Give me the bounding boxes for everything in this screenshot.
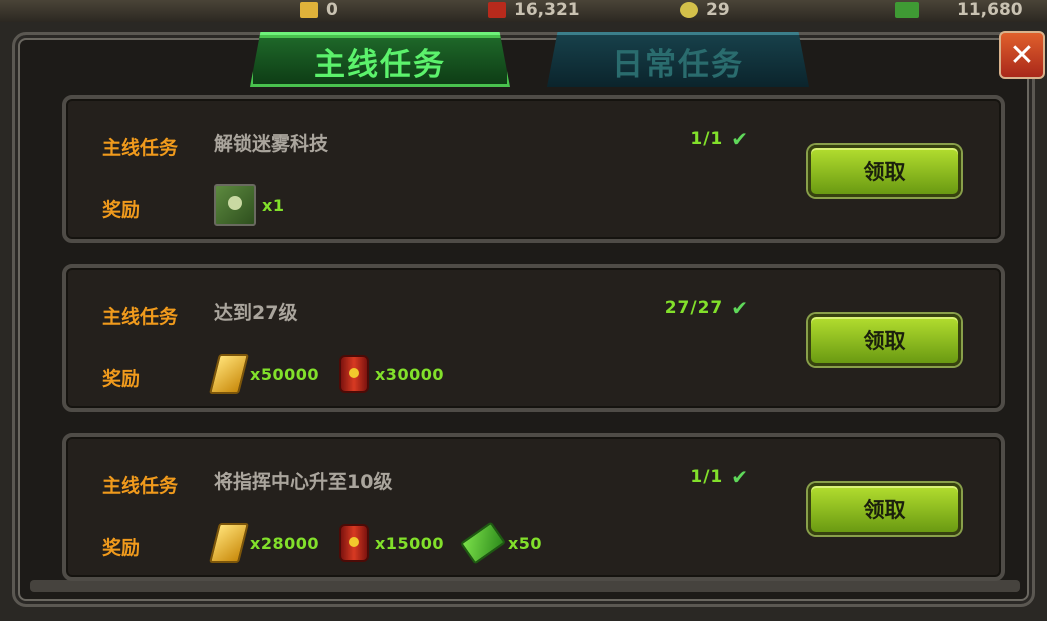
panel-bottom-frame [30,580,1020,592]
oil-amount: 16,321 [514,0,580,20]
oil-barrel-icon [338,355,369,393]
reward-item: x30000 [338,355,444,393]
claim-button[interactable]: 领取 [808,145,961,197]
tab-main-quests[interactable]: 主线任务 [250,32,510,87]
claim-button[interactable]: 领取 [808,483,961,535]
reward-amount: x28000 [250,533,319,553]
task-progress: 1/1 ✔ [690,127,749,151]
task-description: 达到27级 [214,302,298,324]
radiation-icon [680,2,698,18]
resource-bar: 0 16,321 29 11,680 [0,0,1047,22]
oil-resource: 16,321 [488,0,580,20]
claim-button-label: 领取 [863,329,906,353]
gold-icon [300,2,318,18]
task-description: 解锁迷雾科技 [214,133,329,155]
reward-label: 奖励 [102,537,141,559]
gold-amount: 0 [326,0,338,20]
claim-button-label: 领取 [863,160,906,184]
reward-list: x50000 x30000 [209,352,464,396]
task-progress-value: 27/27 [664,298,724,318]
task-card: 主线任务 达到27级 27/27 ✔ 奖励 x50000 x30000 领取 [62,264,1005,412]
task-card: 主线任务 将指挥中心升至10级 1/1 ✔ 奖励 x28000 x15000 x… [62,433,1005,581]
gold-bar-icon [209,354,249,394]
tab-daily-quests[interactable]: 日常任务 [547,32,809,87]
check-icon: ✔ [731,465,749,489]
tech-book-icon [214,184,256,226]
close-icon: ✕ [1009,37,1035,73]
check-icon: ✔ [731,127,749,151]
tab-main-quests-label: 主线任务 [314,46,446,83]
reward-amount: x15000 [374,533,444,553]
task-progress: 27/27 ✔ [665,296,749,320]
task-progress-value: 1/1 [690,467,724,487]
energy-amount: 29 [706,0,730,20]
reward-item: x28000 [209,523,319,563]
task-progress-value: 1/1 [690,129,724,149]
reward-amount: x50 [507,533,543,553]
reward-amount: x1 [262,195,285,215]
claim-button[interactable]: 领取 [808,314,961,366]
tab-daily-quests-label: 日常任务 [612,46,744,83]
close-button[interactable]: ✕ [999,31,1045,79]
task-type-label: 主线任务 [102,137,179,159]
task-progress: 1/1 ✔ [690,465,749,489]
reward-amount: x30000 [374,364,444,384]
reward-label: 奖励 [102,368,141,390]
gold-bar-icon [209,523,249,563]
task-card: 主线任务 解锁迷雾科技 1/1 ✔ 奖励 x1 领取 [62,95,1005,243]
oil-barrel-icon [338,524,369,562]
cash-icon [895,2,919,18]
reward-amount: x50000 [250,364,319,384]
claim-button-label: 领取 [863,498,906,522]
reward-item: x1 [214,184,284,226]
reward-list: x28000 x15000 x50 [209,521,562,565]
task-type-label: 主线任务 [102,306,179,328]
check-icon: ✔ [731,296,749,320]
reward-label: 奖励 [102,199,141,221]
energy-resource: 29 [680,0,730,20]
task-description: 将指挥中心升至10级 [214,471,393,493]
gold-resource: 0 [300,0,338,20]
task-type-label: 主线任务 [102,475,179,497]
cash-icon [459,521,506,565]
oil-icon [488,2,506,18]
reward-item: x50 [459,521,543,565]
reward-list: x1 [214,183,304,227]
cash-resource: 11,680 [895,0,1023,20]
reward-item: x50000 [209,354,319,394]
cash-amount: 11,680 [957,0,1023,20]
reward-item: x15000 [338,524,444,562]
